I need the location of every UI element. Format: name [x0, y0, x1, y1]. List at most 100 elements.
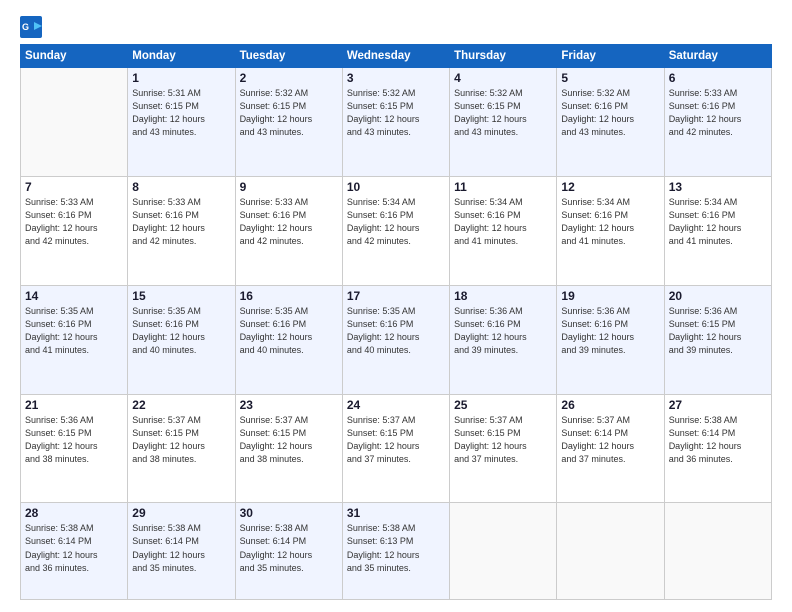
cell-1-0: 7Sunrise: 5:33 AMSunset: 6:16 PMDaylight… — [21, 176, 128, 285]
day-number: 31 — [347, 506, 445, 520]
cell-0-0 — [21, 68, 128, 177]
day-number: 12 — [561, 180, 659, 194]
cell-2-5: 19 Sunrise: 5:36 AMSunset: 6:16 PMDayligh… — [557, 285, 664, 394]
day-number: 17 — [347, 289, 445, 303]
calendar: SundayMondayTuesdayWednesdayThursdayFrid… — [20, 44, 772, 600]
day-number: 26 — [561, 398, 659, 412]
col-header-friday: Friday — [557, 45, 664, 68]
day-info: Sunrise: 5:36 AMSunset: 6:16 PMDaylight:… — [454, 305, 552, 357]
cell-1-6: 13Sunrise: 5:34 AMSunset: 6:16 PMDayligh… — [664, 176, 771, 285]
col-header-monday: Monday — [128, 45, 235, 68]
cell-2-6: 20 Sunrise: 5:36 AMSunset: 6:15 PMDayligh… — [664, 285, 771, 394]
cell-4-3: 31 Sunrise: 5:38 AMSunset: 6:13 PMDayligh… — [342, 503, 449, 600]
cell-4-4 — [450, 503, 557, 600]
cell-0-5: 5Sunrise: 5:32 AMSunset: 6:16 PMDaylight… — [557, 68, 664, 177]
day-info: Sunrise: 5:33 AMSunset: 6:16 PMDaylight:… — [240, 196, 338, 248]
day-info: Sunrise: 5:33 AMSunset: 6:16 PMDaylight:… — [669, 87, 767, 139]
day-info: Sunrise: 5:38 AMSunset: 6:14 PMDaylight:… — [132, 522, 230, 574]
cell-1-2: 9Sunrise: 5:33 AMSunset: 6:16 PMDaylight… — [235, 176, 342, 285]
day-number: 16 — [240, 289, 338, 303]
cell-1-4: 11 Sunrise: 5:34 AMSunset: 6:16 PMDayligh… — [450, 176, 557, 285]
day-number: 28 — [25, 506, 123, 520]
cell-3-0: 21 Sunrise: 5:36 AMSunset: 6:15 PMDayligh… — [21, 394, 128, 503]
logo-icon: G — [20, 16, 42, 38]
day-number: 21 — [25, 398, 123, 412]
col-header-wednesday: Wednesday — [342, 45, 449, 68]
page: G SundayMondayTuesdayWednesdayThursdayFr… — [0, 0, 792, 612]
cell-3-2: 23 Sunrise: 5:37 AMSunset: 6:15 PMDayligh… — [235, 394, 342, 503]
day-info: Sunrise: 5:37 AMSunset: 6:15 PMDaylight:… — [240, 414, 338, 466]
day-info: Sunrise: 5:36 AMSunset: 6:15 PMDaylight:… — [669, 305, 767, 357]
cell-2-0: 14 Sunrise: 5:35 AMSunset: 6:16 PMDayligh… — [21, 285, 128, 394]
day-number: 10 — [347, 180, 445, 194]
day-number: 7 — [25, 180, 123, 194]
day-number: 19 — [561, 289, 659, 303]
day-info: Sunrise: 5:36 AMSunset: 6:15 PMDaylight:… — [25, 414, 123, 466]
cell-3-3: 24 Sunrise: 5:37 AMSunset: 6:15 PMDayligh… — [342, 394, 449, 503]
cell-3-5: 26 Sunrise: 5:37 AMSunset: 6:14 PMDayligh… — [557, 394, 664, 503]
header: G — [20, 16, 772, 38]
day-info: Sunrise: 5:37 AMSunset: 6:15 PMDaylight:… — [454, 414, 552, 466]
day-info: Sunrise: 5:32 AMSunset: 6:16 PMDaylight:… — [561, 87, 659, 139]
day-number: 18 — [454, 289, 552, 303]
day-number: 11 — [454, 180, 552, 194]
svg-text:G: G — [22, 22, 29, 32]
day-info: Sunrise: 5:37 AMSunset: 6:15 PMDaylight:… — [132, 414, 230, 466]
day-number: 22 — [132, 398, 230, 412]
cell-4-1: 29 Sunrise: 5:38 AMSunset: 6:14 PMDayligh… — [128, 503, 235, 600]
cell-1-5: 12 Sunrise: 5:34 AMSunset: 6:16 PMDayligh… — [557, 176, 664, 285]
day-info: Sunrise: 5:35 AMSunset: 6:16 PMDaylight:… — [347, 305, 445, 357]
day-info: Sunrise: 5:38 AMSunset: 6:14 PMDaylight:… — [240, 522, 338, 574]
day-info: Sunrise: 5:37 AMSunset: 6:15 PMDaylight:… — [347, 414, 445, 466]
col-header-saturday: Saturday — [664, 45, 771, 68]
day-info: Sunrise: 5:35 AMSunset: 6:16 PMDaylight:… — [25, 305, 123, 357]
cell-4-6 — [664, 503, 771, 600]
cell-1-3: 10 Sunrise: 5:34 AMSunset: 6:16 PMDayligh… — [342, 176, 449, 285]
day-number: 14 — [25, 289, 123, 303]
day-info: Sunrise: 5:35 AMSunset: 6:16 PMDaylight:… — [132, 305, 230, 357]
day-number: 27 — [669, 398, 767, 412]
cell-1-1: 8 Sunrise: 5:33 AMSunset: 6:16 PMDaylight… — [128, 176, 235, 285]
day-info: Sunrise: 5:36 AMSunset: 6:16 PMDaylight:… — [561, 305, 659, 357]
day-number: 8 — [132, 180, 230, 194]
cell-2-3: 17 Sunrise: 5:35 AMSunset: 6:16 PMDayligh… — [342, 285, 449, 394]
day-info: Sunrise: 5:38 AMSunset: 6:13 PMDaylight:… — [347, 522, 445, 574]
day-number: 23 — [240, 398, 338, 412]
day-number: 3 — [347, 71, 445, 85]
day-number: 1 — [132, 71, 230, 85]
day-info: Sunrise: 5:35 AMSunset: 6:16 PMDaylight:… — [240, 305, 338, 357]
day-info: Sunrise: 5:34 AMSunset: 6:16 PMDaylight:… — [669, 196, 767, 248]
cell-2-1: 15 Sunrise: 5:35 AMSunset: 6:16 PMDayligh… — [128, 285, 235, 394]
day-info: Sunrise: 5:32 AMSunset: 6:15 PMDaylight:… — [454, 87, 552, 139]
cell-4-0: 28 Sunrise: 5:38 AMSunset: 6:14 PMDayligh… — [21, 503, 128, 600]
cell-3-4: 25 Sunrise: 5:37 AMSunset: 6:15 PMDayligh… — [450, 394, 557, 503]
day-number: 29 — [132, 506, 230, 520]
day-number: 25 — [454, 398, 552, 412]
cell-3-6: 27Sunrise: 5:38 AMSunset: 6:14 PMDayligh… — [664, 394, 771, 503]
cell-0-3: 3 Sunrise: 5:32 AMSunset: 6:15 PMDaylight… — [342, 68, 449, 177]
cell-3-1: 22 Sunrise: 5:37 AMSunset: 6:15 PMDayligh… — [128, 394, 235, 503]
col-header-tuesday: Tuesday — [235, 45, 342, 68]
day-number: 15 — [132, 289, 230, 303]
cell-4-2: 30Sunrise: 5:38 AMSunset: 6:14 PMDayligh… — [235, 503, 342, 600]
cell-0-6: 6 Sunrise: 5:33 AMSunset: 6:16 PMDaylight… — [664, 68, 771, 177]
cell-2-2: 16 Sunrise: 5:35 AMSunset: 6:16 PMDayligh… — [235, 285, 342, 394]
day-info: Sunrise: 5:37 AMSunset: 6:14 PMDaylight:… — [561, 414, 659, 466]
day-info: Sunrise: 5:34 AMSunset: 6:16 PMDaylight:… — [454, 196, 552, 248]
col-header-thursday: Thursday — [450, 45, 557, 68]
logo: G — [20, 16, 44, 38]
day-number: 24 — [347, 398, 445, 412]
col-header-sunday: Sunday — [21, 45, 128, 68]
cell-0-1: 1Sunrise: 5:31 AMSunset: 6:15 PMDaylight… — [128, 68, 235, 177]
day-info: Sunrise: 5:32 AMSunset: 6:15 PMDaylight:… — [240, 87, 338, 139]
day-info: Sunrise: 5:38 AMSunset: 6:14 PMDaylight:… — [25, 522, 123, 574]
day-info: Sunrise: 5:33 AMSunset: 6:16 PMDaylight:… — [132, 196, 230, 248]
cell-0-4: 4 Sunrise: 5:32 AMSunset: 6:15 PMDaylight… — [450, 68, 557, 177]
day-number: 6 — [669, 71, 767, 85]
day-info: Sunrise: 5:34 AMSunset: 6:16 PMDaylight:… — [347, 196, 445, 248]
day-info: Sunrise: 5:34 AMSunset: 6:16 PMDaylight:… — [561, 196, 659, 248]
day-number: 4 — [454, 71, 552, 85]
day-number: 20 — [669, 289, 767, 303]
day-info: Sunrise: 5:32 AMSunset: 6:15 PMDaylight:… — [347, 87, 445, 139]
day-number: 2 — [240, 71, 338, 85]
